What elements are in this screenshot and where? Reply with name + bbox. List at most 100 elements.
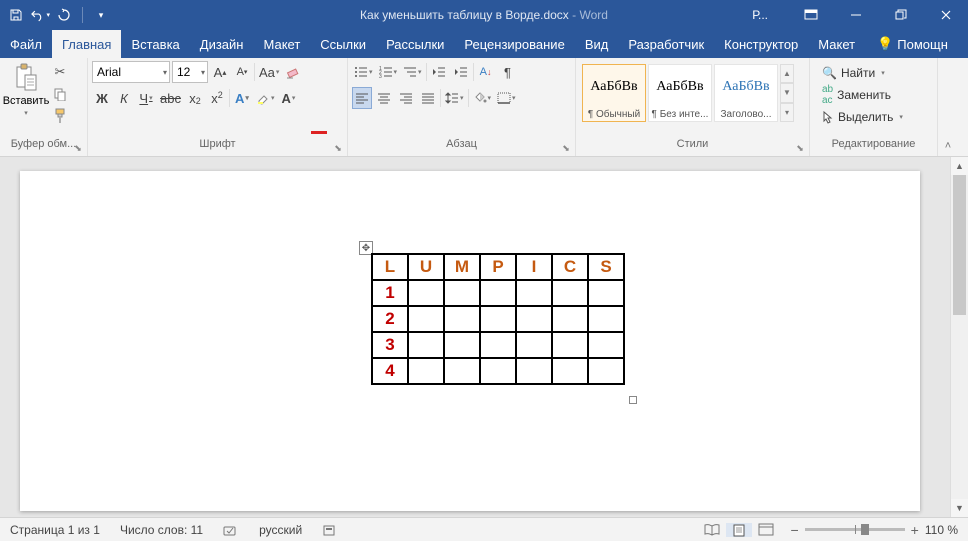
table-resize-handle-icon[interactable] <box>629 396 637 404</box>
view-print-icon[interactable] <box>726 523 752 537</box>
redo-icon[interactable] <box>54 5 74 25</box>
change-case-icon[interactable]: Aa▾ <box>257 61 281 83</box>
font-color-icon[interactable]: A▾ <box>278 87 298 109</box>
table-row: 1 <box>372 280 624 306</box>
multilevel-icon[interactable]: ▾ <box>401 61 424 83</box>
format-painter-icon[interactable] <box>50 107 70 125</box>
increase-indent-icon[interactable] <box>451 61 471 83</box>
scroll-track[interactable] <box>951 175 968 499</box>
tab-layout[interactable]: Макет <box>253 30 310 58</box>
tab-review[interactable]: Рецензирование <box>454 30 574 58</box>
decrease-indent-icon[interactable] <box>429 61 449 83</box>
borders-icon[interactable]: ▾ <box>495 87 518 109</box>
ribbon-tabs: Файл Главная Вставка Дизайн Макет Ссылки… <box>0 30 968 58</box>
document-area: ✥ L U M P I C S 1 2 3 4 ▲ ▼ <box>0 157 968 517</box>
tab-table-layout[interactable]: Макет <box>808 30 865 58</box>
undo-icon[interactable]: ▾ <box>30 5 50 25</box>
style-heading1[interactable]: АаБбВв Заголово... <box>714 64 778 122</box>
tab-mailings[interactable]: Рассылки <box>376 30 454 58</box>
cut-icon[interactable]: ✂ <box>50 63 70 81</box>
line-spacing-icon[interactable]: ▾ <box>443 87 466 109</box>
tab-file[interactable]: Файл <box>0 30 52 58</box>
save-icon[interactable] <box>6 5 26 25</box>
zoom-knob[interactable] <box>861 524 869 535</box>
shading-icon[interactable]: ▾ <box>471 87 494 109</box>
tab-references[interactable]: Ссылки <box>310 30 376 58</box>
paste-button[interactable]: Вставить ▾ <box>4 61 48 117</box>
status-wordcount[interactable]: Число слов: 11 <box>110 518 213 541</box>
share-button[interactable] <box>958 30 968 58</box>
underline-button[interactable]: Ч▾ <box>136 87 156 109</box>
copy-icon[interactable] <box>50 85 70 103</box>
scroll-down-icon[interactable]: ▼ <box>951 499 968 517</box>
customize-qat-icon[interactable]: ▾ <box>91 5 111 25</box>
view-web-icon[interactable] <box>752 523 780 536</box>
bold-button[interactable]: Ж <box>92 87 112 109</box>
sort-icon[interactable]: A↓ <box>476 61 496 83</box>
replace-button[interactable]: abacЗаменить <box>818 85 907 105</box>
cursor-icon <box>822 110 834 124</box>
font-name-combo[interactable]: Arial▾ <box>92 61 170 83</box>
group-clipboard: Вставить ▾ ✂ Буфер обм... ⬊ <box>0 58 88 156</box>
styles-launcher-icon[interactable]: ⬊ <box>793 141 807 155</box>
align-center-icon[interactable] <box>374 87 394 109</box>
justify-icon[interactable] <box>418 87 438 109</box>
show-marks-icon[interactable]: ¶ <box>498 61 518 83</box>
ribbon-options-icon[interactable] <box>788 0 833 30</box>
select-button[interactable]: Выделить▾ <box>818 107 907 127</box>
shrink-font-icon[interactable]: A▾ <box>232 61 252 83</box>
italic-button[interactable]: К <box>114 87 134 109</box>
tab-tell-me[interactable]: 💡Помощн <box>867 30 958 58</box>
styles-down-icon[interactable]: ▼ <box>780 83 794 102</box>
font-size-combo[interactable]: 12▾ <box>172 61 208 83</box>
align-right-icon[interactable] <box>396 87 416 109</box>
document-table[interactable]: L U M P I C S 1 2 3 4 <box>371 253 625 385</box>
font-launcher-icon[interactable]: ⬊ <box>331 141 345 155</box>
superscript-button[interactable]: x2 <box>207 87 227 109</box>
tab-design[interactable]: Дизайн <box>190 30 254 58</box>
paragraph-launcher-icon[interactable]: ⬊ <box>559 141 573 155</box>
tab-home[interactable]: Главная <box>52 30 121 58</box>
status-language[interactable]: русский <box>249 518 312 541</box>
zoom-value[interactable]: 110 % <box>925 523 958 537</box>
view-buttons <box>698 523 780 537</box>
close-icon[interactable] <box>923 0 968 30</box>
tab-table-design[interactable]: Конструктор <box>714 30 808 58</box>
highlight-icon[interactable]: ▾ <box>254 87 277 109</box>
styles-up-icon[interactable]: ▲ <box>780 64 794 83</box>
view-read-icon[interactable] <box>698 523 726 536</box>
qat: ▾ ▾ <box>0 5 117 25</box>
style-no-spacing[interactable]: АаБбВв ¶ Без инте... <box>648 64 712 122</box>
tab-developer[interactable]: Разработчик <box>618 30 714 58</box>
bullets-icon[interactable]: ▾ <box>352 61 375 83</box>
tab-insert[interactable]: Вставка <box>121 30 189 58</box>
maximize-icon[interactable] <box>878 0 923 30</box>
status-proofing[interactable] <box>213 518 249 541</box>
clipboard-launcher-icon[interactable]: ⬊ <box>71 141 85 155</box>
app-name: Word <box>580 8 608 22</box>
status-macros-icon[interactable] <box>312 518 346 541</box>
collapse-ribbon-icon[interactable]: ˄ <box>938 58 958 156</box>
numbering-icon[interactable]: 123▾ <box>377 61 400 83</box>
styles-more-icon[interactable]: ▾ <box>780 103 794 122</box>
vertical-scrollbar[interactable]: ▲ ▼ <box>950 157 968 517</box>
align-left-icon[interactable] <box>352 87 372 109</box>
subscript-button[interactable]: x2 <box>185 87 205 109</box>
zoom-slider[interactable] <box>805 528 905 531</box>
text-effects-icon[interactable]: A▾ <box>232 87 252 109</box>
page[interactable]: ✥ L U M P I C S 1 2 3 4 <box>20 171 920 511</box>
minimize-icon[interactable] <box>833 0 878 30</box>
find-button[interactable]: 🔍Найти▾ <box>818 63 907 83</box>
scroll-up-icon[interactable]: ▲ <box>951 157 968 175</box>
status-page[interactable]: Страница 1 из 1 <box>0 518 110 541</box>
zoom-out-icon[interactable]: − <box>790 522 798 538</box>
scroll-thumb[interactable] <box>953 175 966 315</box>
zoom-in-icon[interactable]: + <box>911 522 919 538</box>
grow-font-icon[interactable]: A▴ <box>210 61 230 83</box>
styles-scroll: ▲ ▼ ▾ <box>780 64 794 122</box>
style-normal[interactable]: АаБбВв ¶ Обычный <box>582 64 646 122</box>
strikethrough-button[interactable]: abc <box>158 87 183 109</box>
clear-formatting-icon[interactable] <box>283 61 303 83</box>
bulb-icon: 💡 <box>877 36 893 52</box>
tab-view[interactable]: Вид <box>575 30 619 58</box>
